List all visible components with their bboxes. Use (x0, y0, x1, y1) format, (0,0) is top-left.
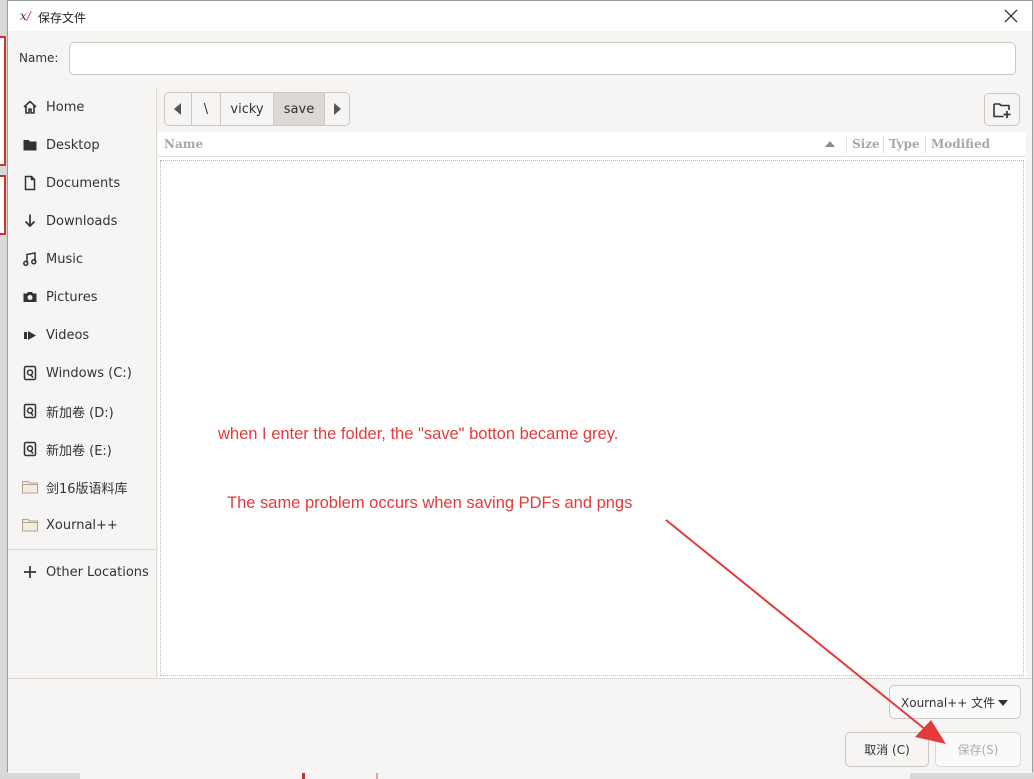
sidebar-item-label: Downloads (46, 213, 118, 229)
sidebar-item-documents[interactable]: Documents (8, 166, 156, 200)
column-header-modified[interactable]: Modified (931, 132, 990, 157)
cancel-button[interactable]: 取消 (C) (845, 732, 929, 767)
close-icon (1004, 9, 1018, 23)
chevron-right-icon (334, 103, 341, 115)
sidebar-item-music[interactable]: Music (8, 242, 156, 276)
file-type-filter-label: Xournal++ 文件 (901, 695, 996, 710)
sidebar-item-label: Documents (46, 175, 121, 191)
chevron-left-icon (174, 103, 181, 115)
sidebar-item-bookmark-corpus[interactable]: 剑16版语料库 (8, 470, 156, 504)
new-folder-icon (993, 102, 1011, 118)
sidebar-item-videos[interactable]: Videos (8, 318, 156, 352)
path-back-button[interactable] (165, 93, 192, 125)
drive-icon (21, 402, 39, 420)
sidebar-item-drive-d[interactable]: 新加卷 (D:) (8, 394, 156, 428)
close-button[interactable] (1000, 5, 1022, 27)
name-label: Name: (19, 51, 59, 65)
column-header-name[interactable]: Name (164, 132, 203, 157)
folder-icon (21, 136, 39, 154)
sidebar-item-label: Pictures (46, 289, 98, 305)
drive-icon (21, 364, 39, 382)
title-bar: x/ 保存文件 (8, 1, 1032, 31)
places-sidebar: Home Desktop Documents Downloads Music P… (8, 87, 157, 677)
annotation-text: when I enter the folder, the "save" bott… (218, 425, 619, 443)
video-icon (21, 326, 39, 344)
path-segment-vicky[interactable]: vicky (221, 93, 274, 125)
sidebar-item-label: Videos (46, 327, 90, 343)
sidebar-item-label: 新加卷 (D:) (46, 405, 114, 421)
sidebar-item-bookmark-xournal[interactable]: Xournal++ (8, 508, 156, 542)
background-window-edge (0, 175, 6, 235)
drive-icon (21, 440, 39, 458)
column-header-type[interactable]: Type (889, 132, 920, 157)
path-bar: \ vicky save (164, 92, 350, 126)
sidebar-item-label: Desktop (46, 137, 100, 153)
save-button[interactable]: 保存(S) (935, 732, 1021, 767)
xournal-app-icon: x/ (20, 9, 31, 23)
sidebar-item-drive-c[interactable]: Windows (C:) (8, 356, 156, 390)
home-icon (21, 98, 39, 116)
sidebar-item-other-locations[interactable]: Other Locations (8, 555, 156, 589)
save-file-dialog: x/ 保存文件 Name: Home Desktop Documents Dow… (7, 0, 1033, 773)
folder-bookmark-icon (21, 478, 39, 496)
new-folder-button[interactable] (984, 93, 1020, 126)
sidebar-item-label: Xournal++ (46, 517, 118, 533)
column-separator (846, 136, 847, 153)
sidebar-item-label: Other Locations (46, 564, 149, 580)
music-icon (21, 250, 39, 268)
camera-icon (21, 288, 39, 306)
document-icon (21, 174, 39, 192)
sidebar-item-label: Windows (C:) (46, 365, 132, 381)
column-header-size[interactable]: Size (852, 132, 880, 157)
path-segment-root[interactable]: \ (192, 93, 221, 125)
background-window-edge (0, 36, 6, 166)
sidebar-item-label: 新加卷 (E:) (46, 443, 112, 459)
sidebar-item-downloads[interactable]: Downloads (8, 204, 156, 238)
caret-down-icon (998, 700, 1008, 706)
folder-bookmark-icon (21, 516, 39, 534)
sidebar-item-label: 剑16版语料库 (46, 481, 128, 497)
sidebar-item-drive-e[interactable]: 新加卷 (E:) (8, 432, 156, 466)
plus-icon (21, 563, 39, 581)
filename-input[interactable] (69, 42, 1016, 75)
column-separator (925, 136, 926, 153)
path-segment-save[interactable]: save (274, 93, 325, 125)
file-list-header: Name Size Type Modified (158, 132, 1026, 157)
annotation-text: The same problem occurs when saving PDFs… (227, 494, 633, 512)
path-forward-button[interactable] (325, 93, 349, 125)
file-type-filter-dropdown[interactable]: Xournal++ 文件 (889, 685, 1021, 719)
sidebar-item-label: Music (46, 251, 83, 267)
sidebar-separator (8, 549, 156, 550)
sidebar-item-desktop[interactable]: Desktop (8, 128, 156, 162)
sidebar-item-label: Home (46, 99, 85, 115)
name-row: Name: (8, 31, 1032, 87)
download-icon (21, 212, 39, 230)
column-separator (883, 136, 884, 153)
sidebar-item-pictures[interactable]: Pictures (8, 280, 156, 314)
window-title: 保存文件 (38, 11, 87, 25)
file-list-body[interactable] (160, 160, 1024, 676)
sidebar-item-home[interactable]: Home (8, 90, 156, 124)
file-list[interactable]: Name Size Type Modified when I enter the… (158, 132, 1026, 678)
sort-ascending-icon (825, 141, 835, 147)
